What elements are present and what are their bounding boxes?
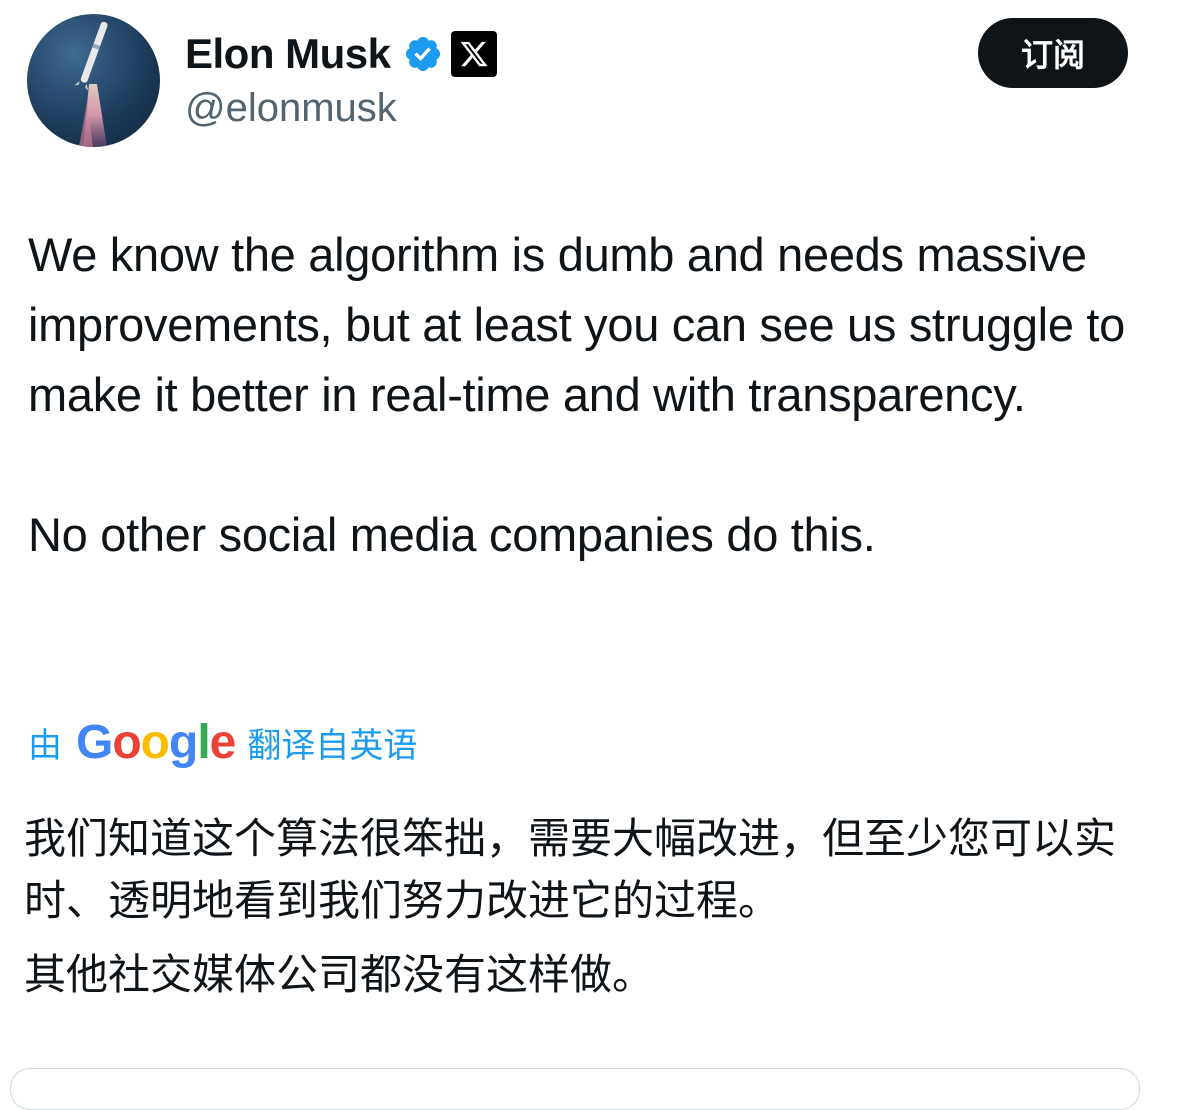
author-avatar[interactable] [27, 14, 160, 147]
translated-paragraph: 其他社交媒体公司都没有这样做。 [24, 950, 655, 999]
google-letter: e [209, 715, 237, 769]
google-letter: l [197, 715, 210, 769]
quoted-card-edge [10, 1068, 1140, 1110]
google-letter: o [140, 715, 170, 769]
rocket-launch-avatar-icon [74, 21, 108, 147]
translation-prefix: 由 [28, 725, 62, 766]
translation-suffix: 翻译自英语 [247, 725, 418, 766]
verified-badge-icon[interactable] [403, 34, 443, 74]
x-logo-icon[interactable] [450, 31, 497, 77]
author-handle[interactable]: @elonmusk [185, 86, 397, 131]
author-display-name[interactable]: Elon Musk [185, 30, 391, 78]
author-name-row: Elon Musk [185, 28, 497, 80]
translated-paragraph: 我们知道这个算法很笨拙，需要大幅改进，但至少您可以实时、透明地看到我们努力改进它… [24, 814, 1117, 925]
translated-body: 我们知道这个算法很笨拙，需要大幅改进，但至少您可以实时、透明地看到我们努力改进它… [24, 808, 1164, 1006]
google-letter: G [76, 715, 113, 769]
google-letter: o [112, 715, 141, 769]
x-glyph-icon [460, 41, 488, 67]
subscribe-button[interactable]: 订阅 [978, 18, 1128, 88]
translation-attribution[interactable]: 由 Google 翻译自英语 [28, 712, 417, 772]
google-letter: g [169, 715, 198, 769]
tweet-paragraph: No other social media companies do this. [28, 508, 876, 561]
google-logo: Google [76, 715, 237, 770]
tweet-body: We know the algorithm is dumb and needs … [28, 220, 1168, 570]
tweet-paragraph: We know the algorithm is dumb and needs … [28, 228, 1126, 421]
